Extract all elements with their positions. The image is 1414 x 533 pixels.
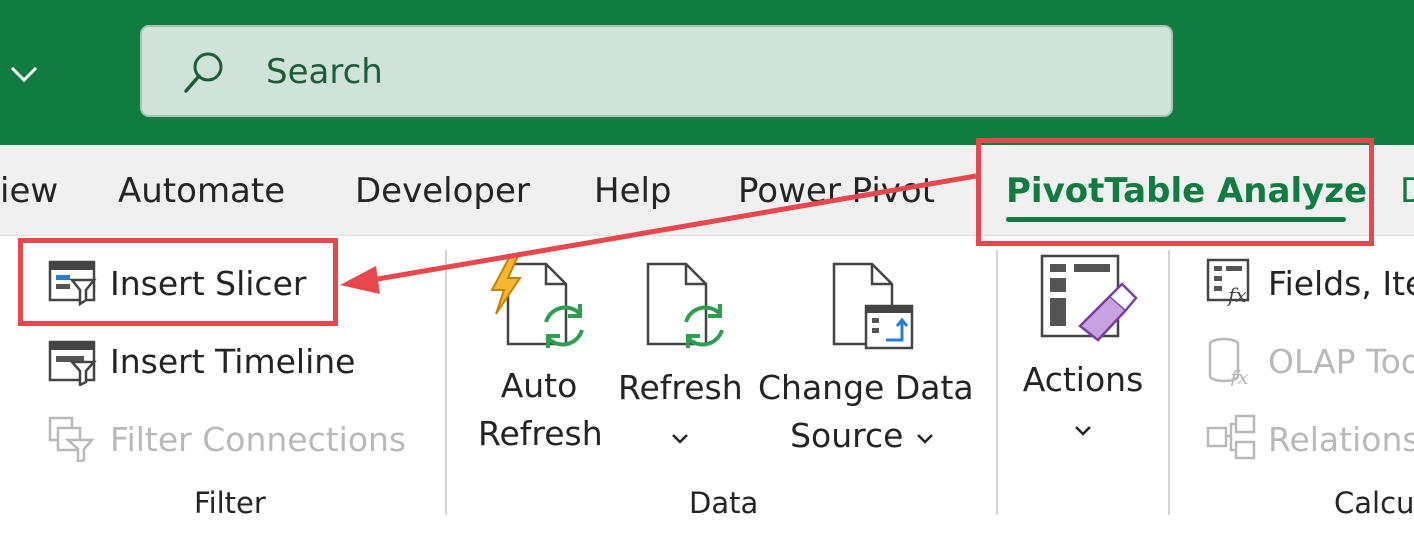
insert-timeline-button[interactable]: Insert Timeline xyxy=(110,340,355,384)
relationships-button[interactable]: Relations xyxy=(1268,418,1414,462)
chevron-down-icon xyxy=(917,434,933,444)
actions-button[interactable]: Actions xyxy=(1018,356,1148,452)
group-label-data: Data xyxy=(689,486,759,520)
tab-view[interactable]: iew xyxy=(0,167,58,215)
change-data-source-label-line2: Source xyxy=(790,416,904,455)
svg-text:fx: fx xyxy=(1226,283,1247,306)
search-placeholder: Search xyxy=(266,52,383,92)
chevron-down-icon xyxy=(672,434,688,444)
fields-items-sets-button[interactable]: Fields, Ite xyxy=(1268,262,1414,306)
change-data-source-label-line1: Change Data xyxy=(758,368,974,407)
svg-text:fx: fx xyxy=(1228,365,1249,386)
tab-automate[interactable]: Automate xyxy=(118,167,285,215)
search-box[interactable]: Search xyxy=(140,25,1173,117)
group-label-calculations: Calcu xyxy=(1334,486,1414,520)
fields-items-sets-icon: fx xyxy=(1206,258,1250,306)
auto-refresh-label-line2: Refresh xyxy=(478,414,603,453)
filter-connections-icon xyxy=(48,416,95,462)
auto-refresh-icon xyxy=(490,256,584,348)
chevron-down-icon[interactable] xyxy=(8,60,40,88)
actions-icon xyxy=(1040,254,1138,342)
refresh-label: Refresh xyxy=(618,368,743,407)
refresh-icon xyxy=(646,262,724,348)
tab-help[interactable]: Help xyxy=(594,167,672,215)
group-separator xyxy=(445,250,447,515)
insert-timeline-icon xyxy=(48,340,97,386)
olap-tools-icon: fx xyxy=(1208,337,1249,386)
title-bar: Search xyxy=(0,0,1414,145)
highlight-box-insert-slicer xyxy=(18,238,338,326)
relationships-icon xyxy=(1206,414,1256,460)
tab-power-pivot[interactable]: Power Pivot xyxy=(738,167,935,215)
change-data-source-button[interactable]: Change Data Source xyxy=(758,364,974,460)
chevron-down-icon xyxy=(1075,426,1091,436)
auto-refresh-label-line1: Auto xyxy=(500,366,578,405)
search-icon xyxy=(184,52,223,93)
tab-developer[interactable]: Developer xyxy=(355,167,530,215)
highlight-box-pivottable-analyze xyxy=(976,138,1374,246)
change-data-source-icon xyxy=(832,262,914,350)
tab-design[interactable]: D xyxy=(1400,167,1414,215)
group-separator xyxy=(996,250,998,515)
filter-connections-button[interactable]: Filter Connections xyxy=(110,418,406,462)
group-label-filter: Filter xyxy=(194,486,266,520)
refresh-button[interactable]: Refresh xyxy=(618,364,743,460)
actions-label: Actions xyxy=(1022,360,1144,399)
olap-tools-button[interactable]: OLAP Too xyxy=(1268,340,1414,384)
group-separator xyxy=(1168,250,1170,515)
auto-refresh-button[interactable]: Auto Refresh xyxy=(478,362,603,458)
